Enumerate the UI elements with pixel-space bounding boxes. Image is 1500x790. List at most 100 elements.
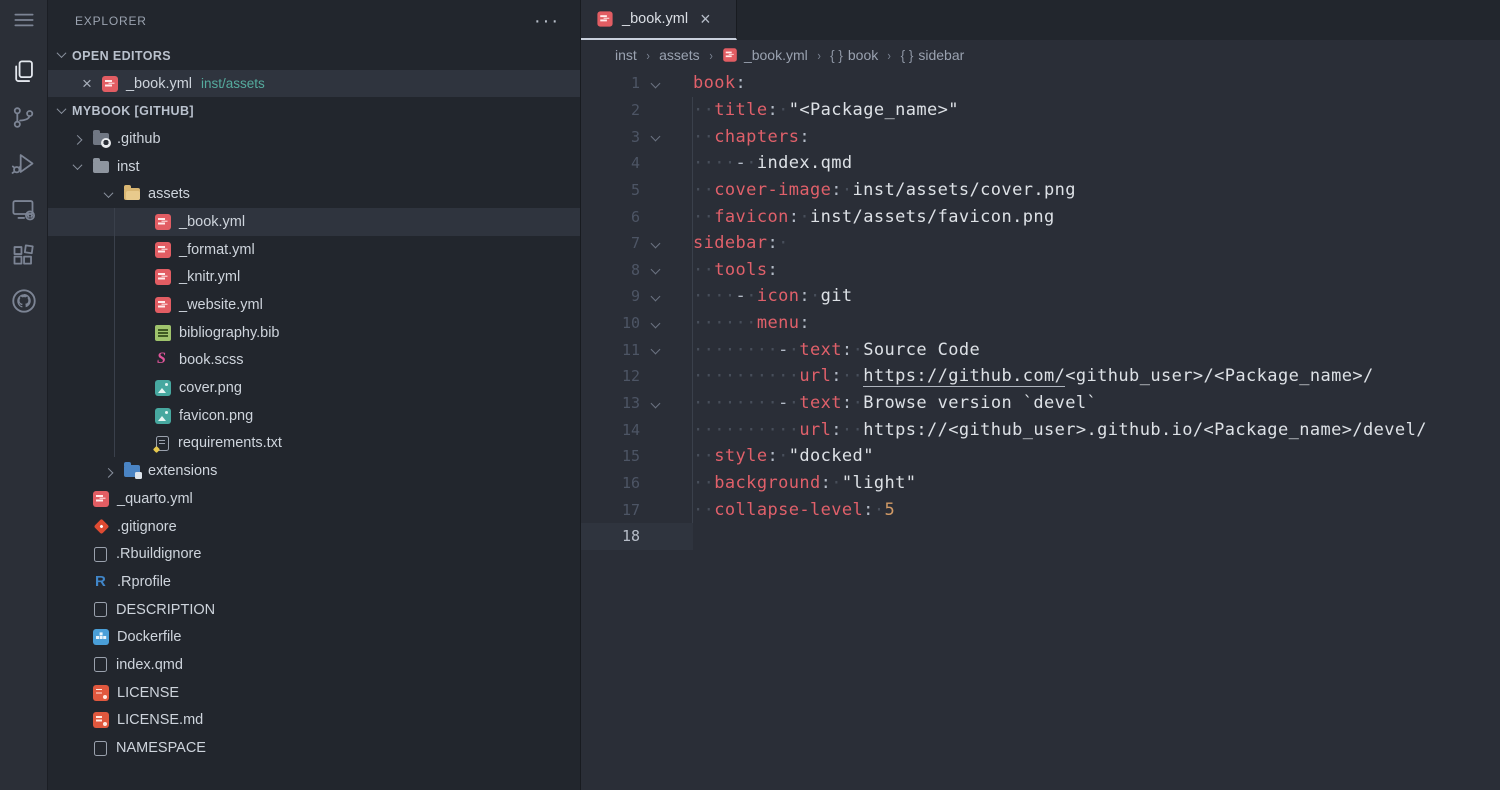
open-editor-item[interactable]: ×_book.ymlinst/assets	[48, 70, 580, 98]
run-debug-icon[interactable]	[0, 140, 48, 186]
file-name: .github	[117, 131, 161, 147]
code-line: 7sidebar:·	[581, 230, 1500, 257]
tree-item[interactable]: _quarto.yml	[48, 485, 580, 513]
img-icon	[155, 408, 171, 424]
tree-item[interactable]: .Rprofile	[48, 568, 580, 596]
file-name: _knitr.yml	[179, 269, 240, 285]
code-text: ······menu:	[693, 313, 810, 333]
open-editors-label: OPEN EDITORS	[72, 49, 171, 63]
file-name: index.qmd	[116, 657, 183, 673]
code-text: ··favicon:·inst/assets/favicon.png	[693, 207, 1055, 227]
close-icon[interactable]: ×	[700, 10, 711, 28]
tree-item[interactable]: .Rbuildignore	[48, 540, 580, 568]
tree-item[interactable]: requirements.txt	[48, 430, 580, 458]
tree-item[interactable]: assets	[48, 180, 580, 208]
fold-chevron-icon[interactable]	[651, 238, 661, 248]
gutter: 7	[581, 230, 693, 257]
code-line: 14··········url:··https://<github_user>.…	[581, 416, 1500, 443]
line-number: 13	[580, 394, 640, 412]
tree-item[interactable]: favicon.png	[48, 402, 580, 430]
tree-item[interactable]: book.scss	[48, 347, 580, 375]
tab-label: _book.yml	[622, 11, 688, 27]
tree-item[interactable]: NAMESPACE	[48, 734, 580, 762]
file-icon	[94, 741, 107, 756]
code-line: 17··collapse-level:·5	[581, 496, 1500, 523]
breadcrumb-item[interactable]: { }book	[830, 47, 878, 63]
breadcrumb-item[interactable]: inst	[615, 47, 637, 63]
license-icon	[93, 712, 109, 728]
tree-item[interactable]: LICENSE.md	[48, 707, 580, 735]
line-number: 2	[580, 101, 640, 119]
close-icon[interactable]: ×	[82, 75, 92, 92]
code-text: ··background:·"light"	[693, 473, 916, 493]
code-line: 16··background:·"light"	[581, 470, 1500, 497]
file-name: inst	[117, 159, 140, 175]
code-text: ····-·index.qmd	[693, 153, 853, 173]
breadcrumb-item[interactable]: _book.yml	[722, 47, 808, 63]
workspace-section-header[interactable]: MYBOOK [GITHUB]	[48, 97, 580, 125]
breadcrumb-item[interactable]: assets	[659, 47, 699, 63]
gutter: 15	[581, 443, 693, 470]
folder-amber-icon	[124, 188, 140, 200]
chevron-down-icon	[57, 48, 67, 58]
code-line: 2··title:·"<Package_name>"	[581, 97, 1500, 124]
activity-bar	[0, 0, 48, 790]
tree-item[interactable]: _knitr.yml	[48, 264, 580, 292]
fold-chevron-icon[interactable]	[651, 291, 661, 301]
file-icon	[94, 657, 107, 672]
tree-item[interactable]: .gitignore	[48, 513, 580, 541]
docker-icon	[93, 629, 109, 645]
vscode-window: EXPLORER ··· OPEN EDITORS ×_book.ymlinst…	[0, 0, 1500, 790]
line-number: 12	[580, 367, 640, 385]
tab-book-yml[interactable]: _book.yml ×	[581, 0, 737, 40]
tree-item[interactable]: .github	[48, 125, 580, 153]
yaml-icon	[155, 214, 171, 230]
file-name: _quarto.yml	[117, 491, 193, 507]
tree-item[interactable]: bibliography.bib	[48, 319, 580, 347]
tree-item[interactable]: _book.yml	[48, 208, 580, 236]
indent-guide	[114, 208, 115, 457]
yaml-icon	[93, 491, 109, 507]
source-control-icon[interactable]	[0, 94, 48, 140]
breadcrumb-item[interactable]: { }sidebar	[901, 47, 965, 63]
tree-item[interactable]: inst	[48, 153, 580, 181]
menu-icon[interactable]	[0, 0, 48, 40]
tree-item[interactable]: extensions	[48, 457, 580, 485]
tree-item[interactable]: _website.yml	[48, 291, 580, 319]
fold-chevron-icon[interactable]	[651, 345, 661, 355]
line-number: 3	[580, 128, 640, 146]
code-text: ··cover-image:·inst/assets/cover.png	[693, 180, 1076, 200]
yaml-icon	[102, 76, 118, 92]
file-name: .Rprofile	[117, 574, 171, 590]
breadcrumb-label: assets	[659, 47, 699, 63]
more-actions-icon[interactable]: ···	[528, 16, 566, 26]
fold-chevron-icon[interactable]	[651, 265, 661, 275]
fold-chevron-icon[interactable]	[651, 78, 661, 88]
extensions-icon[interactable]	[0, 232, 48, 278]
tree-item[interactable]: Dockerfile	[48, 623, 580, 651]
explorer-icon[interactable]	[0, 48, 48, 94]
fold-chevron-icon[interactable]	[651, 132, 661, 142]
fold-chevron-icon[interactable]	[651, 398, 661, 408]
open-editors-section-header[interactable]: OPEN EDITORS	[48, 42, 580, 70]
line-number: 9	[580, 287, 640, 305]
tree-item[interactable]: LICENSE	[48, 679, 580, 707]
code-area[interactable]: 1book:2··title:·"<Package_name>"3··chapt…	[581, 70, 1500, 790]
code-text: ··chapters:	[693, 127, 810, 147]
gutter: 17	[581, 496, 693, 523]
file-name: _format.yml	[179, 242, 255, 258]
tree-item[interactable]: _format.yml	[48, 236, 580, 264]
tree-item[interactable]: cover.png	[48, 374, 580, 402]
github-icon[interactable]	[0, 278, 48, 324]
fold-chevron-icon[interactable]	[651, 318, 661, 328]
chevron-down-icon	[104, 188, 114, 198]
tree-item[interactable]: DESCRIPTION	[48, 596, 580, 624]
file-name: extensions	[148, 463, 217, 479]
tree-item[interactable]: index.qmd	[48, 651, 580, 679]
file-name: Dockerfile	[117, 629, 181, 645]
code-text: ········-·text:·Browse version `devel`	[693, 393, 1097, 413]
file-name: favicon.png	[179, 408, 253, 424]
file-name: NAMESPACE	[116, 740, 206, 756]
r-icon	[93, 574, 109, 590]
remote-explorer-icon[interactable]	[0, 186, 48, 232]
